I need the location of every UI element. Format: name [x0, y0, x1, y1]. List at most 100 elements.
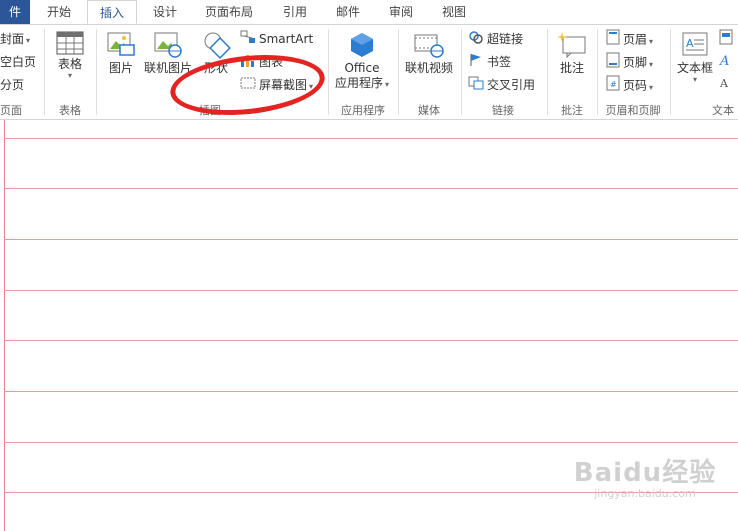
page-break-label: 分页 [0, 78, 25, 92]
group-divider [328, 29, 329, 115]
group-divider [96, 29, 97, 115]
tab-design[interactable]: 设计 [140, 0, 190, 24]
table-icon [56, 31, 84, 55]
smartart-button[interactable]: SmartArt [240, 29, 313, 49]
ruled-line [4, 442, 738, 443]
smartart-label: SmartArt [259, 32, 314, 46]
tab-references[interactable]: 引用 [270, 0, 320, 24]
left-margin-line [4, 120, 5, 531]
online-video-button[interactable]: 联机视频 [402, 29, 456, 76]
textbox-label: 文本框 [676, 61, 713, 75]
tab-review[interactable]: 审阅 [376, 0, 426, 24]
ruled-line [4, 188, 738, 189]
group-divider [670, 29, 671, 115]
textbox-button[interactable]: A 文本框 ▾ [674, 29, 716, 84]
ruled-line [4, 290, 738, 291]
group-label-text: 文本 [712, 104, 734, 117]
blank-page-button[interactable]: 空白页 [0, 52, 36, 72]
ribbon-tab-bar: 件 开始 插入 设计 页面布局 引用 邮件 审阅 视图 [0, 0, 738, 25]
online-picture-button[interactable]: 联机图片 [142, 29, 194, 76]
group-label-apps: 应用程序 [341, 104, 385, 117]
wordart-icon: A [719, 52, 733, 74]
header-icon [606, 29, 620, 51]
baidu-jingyan-watermark: Baidu经验 jingyan.baidu.com [560, 452, 730, 522]
group-label-links: 链接 [492, 104, 514, 117]
chevron-down-icon: ▾ [649, 59, 654, 69]
office-apps-button[interactable]: Office 应用程序 ▾ [332, 29, 392, 92]
page-break-button[interactable]: 分页 [0, 75, 24, 95]
svg-text:A: A [719, 77, 729, 90]
tab-home[interactable]: 开始 [34, 0, 84, 24]
tab-mailings[interactable]: 邮件 [323, 0, 373, 24]
hyperlink-label: 超链接 [487, 32, 524, 46]
bookmark-flag-icon [468, 53, 484, 73]
online-video-label: 联机视频 [404, 61, 453, 75]
cross-reference-button[interactable]: 交叉引用 [468, 75, 535, 95]
chevron-down-icon: ▾ [692, 75, 697, 84]
table-label: 表格 [57, 57, 82, 71]
svg-text:A: A [719, 54, 729, 68]
comment-icon [557, 31, 587, 59]
footer-button[interactable]: 页脚 ▾ [606, 52, 653, 72]
online-picture-icon [153, 31, 183, 59]
chevron-down-icon: ▾ [649, 82, 654, 92]
chevron-down-icon: ▾ [649, 36, 654, 46]
link-icon [468, 30, 484, 50]
tab-insert[interactable]: 插入 [87, 0, 137, 24]
picture-button[interactable]: 图片 [103, 29, 139, 76]
smartart-icon [240, 30, 256, 50]
ruled-line [4, 340, 738, 341]
tab-file[interactable]: 件 [0, 0, 30, 24]
ruled-line [4, 138, 738, 139]
group-label-header-footer: 页眉和页脚 [605, 104, 661, 117]
cover-page-label: 封面 [0, 32, 25, 46]
header-label: 页眉 [623, 32, 648, 47]
office-apps-label-line1: Office [344, 61, 380, 75]
shapes-icon [201, 31, 231, 59]
footer-label: 页脚 [623, 55, 648, 70]
group-divider [44, 29, 45, 115]
group-label-tables: 表格 [59, 104, 81, 117]
picture-label: 图片 [108, 61, 133, 75]
group-divider [597, 29, 598, 115]
online-video-icon [413, 31, 445, 59]
group-label-media: 媒体 [418, 104, 440, 117]
footer-icon [606, 52, 620, 74]
header-button[interactable]: 页眉 ▾ [606, 29, 653, 49]
new-comment-button[interactable]: 批注 [552, 29, 592, 76]
ruled-line [4, 239, 738, 240]
table-button[interactable]: 表格 ▾ [52, 29, 88, 80]
office-apps-label-line2: 应用程序 ▾ [334, 76, 390, 90]
comment-label: 批注 [559, 61, 584, 75]
watermark-brand: Baidu经验 [573, 458, 717, 488]
tab-view[interactable]: 视图 [429, 0, 479, 24]
drop-cap-icon: A [719, 75, 733, 97]
svg-text:#: # [610, 80, 617, 89]
textbox-icon: A [681, 31, 709, 59]
cover-page-button[interactable]: 封面 ▾ [0, 29, 30, 49]
page-number-label: 页码 [623, 78, 648, 93]
page-number-button[interactable]: # 页码 ▾ [606, 75, 653, 95]
tab-page-layout[interactable]: 页面布局 [196, 0, 262, 24]
page-number-icon: # [606, 75, 620, 97]
picture-icon [106, 31, 136, 59]
wordart-button[interactable]: A [719, 52, 736, 72]
ruled-line [4, 391, 738, 392]
bookmark-button[interactable]: 书签 [468, 52, 511, 72]
drop-cap-button[interactable]: A [719, 75, 736, 95]
cross-reference-label: 交叉引用 [487, 78, 536, 92]
chevron-down-icon: ▾ [26, 36, 31, 45]
hyperlink-button[interactable]: 超链接 [468, 29, 523, 49]
bookmark-label: 书签 [487, 55, 512, 69]
blank-page-label: 空白页 [0, 55, 37, 69]
cross-reference-icon [468, 76, 484, 96]
quick-parts-icon [719, 29, 733, 51]
group-divider [547, 29, 548, 115]
office-apps-icon [348, 31, 376, 59]
ribbon-insert-panel: 封面 ▾ 空白页 分页 页面 表格 ▾ 表格 图片 联机图片 形状 SmartA… [0, 25, 738, 122]
group-label-comments: 批注 [561, 104, 583, 117]
chevron-down-icon: ▾ [67, 71, 72, 80]
group-divider [461, 29, 462, 115]
group-label-pages: 页面 [0, 104, 22, 117]
quick-parts-button[interactable] [719, 29, 736, 49]
